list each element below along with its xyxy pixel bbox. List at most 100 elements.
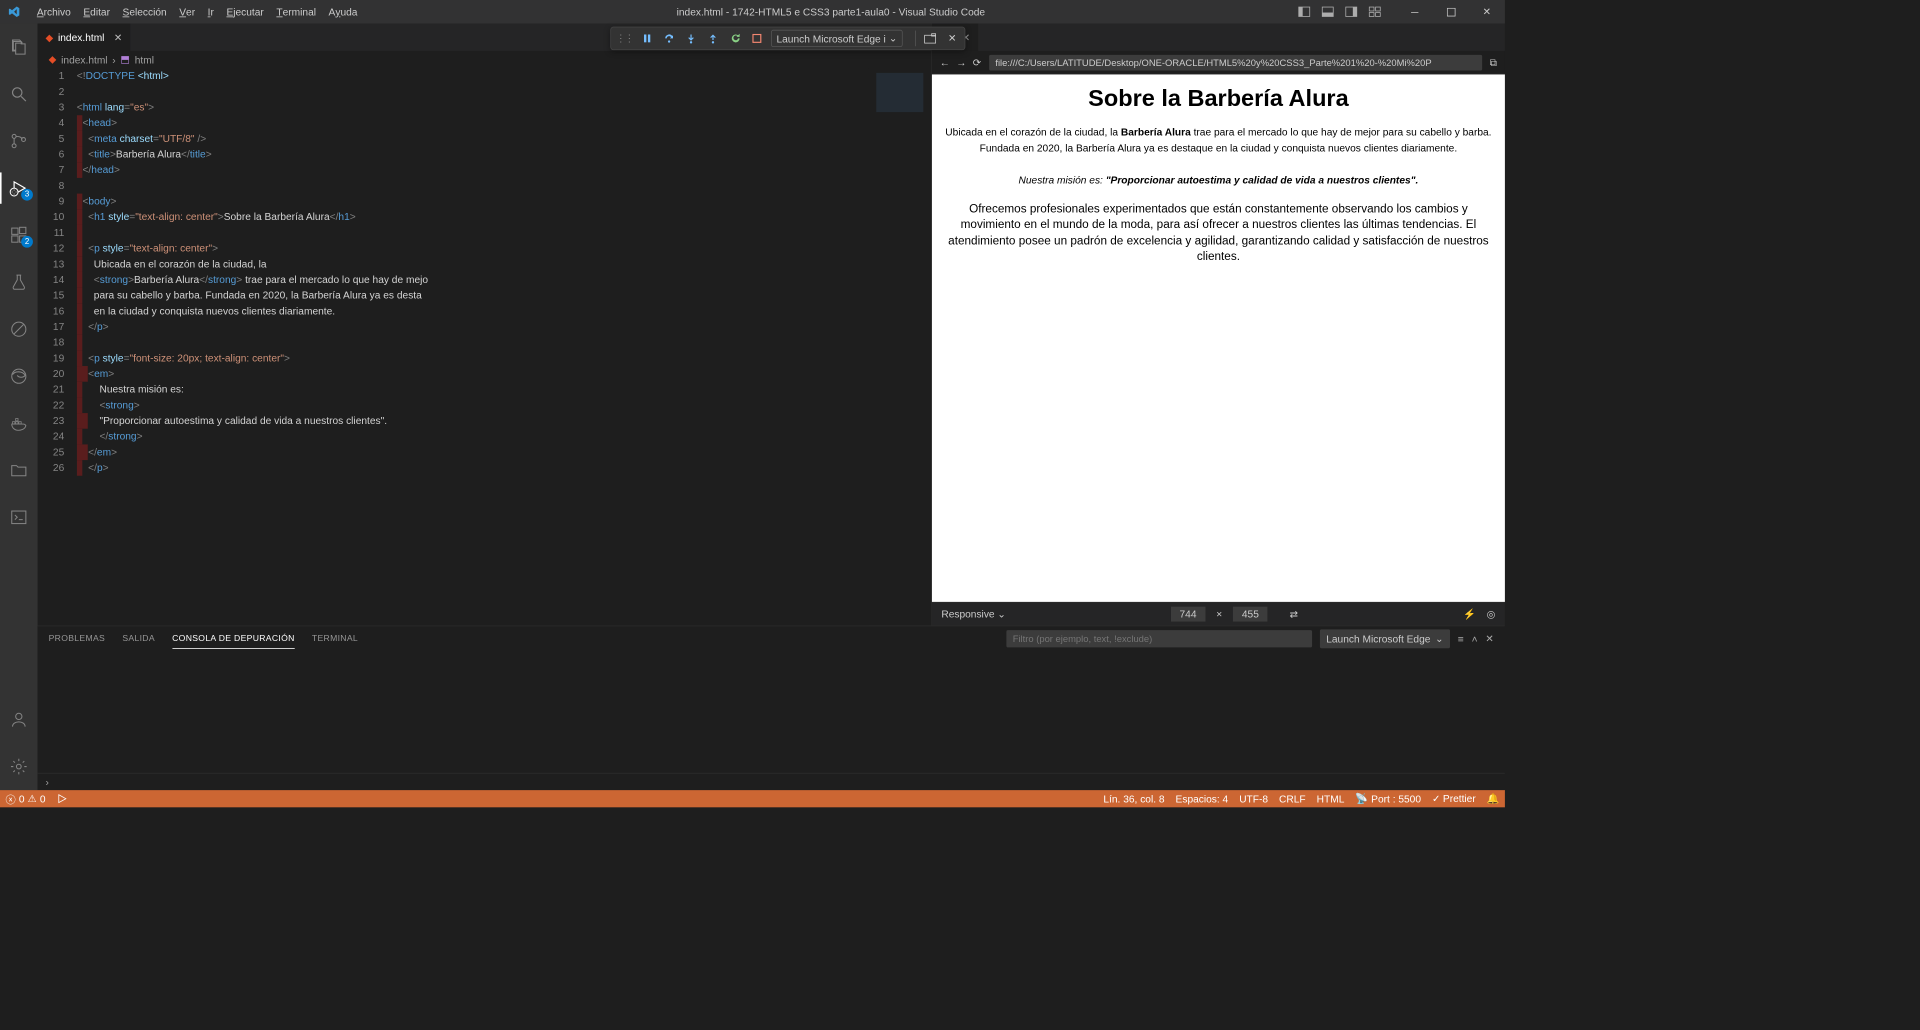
scm-icon[interactable]	[0, 125, 38, 156]
status-debug-icon[interactable]	[51, 790, 73, 807]
window-controls: ─ ✕	[1298, 0, 1505, 24]
menu-bar: ArchivoEditarSelecciónVerIrEjecutarTermi…	[27, 0, 363, 24]
debug-stepover-icon[interactable]	[661, 31, 677, 47]
debug-close-icon[interactable]: ✕	[944, 31, 960, 47]
reload-icon[interactable]: ⟳	[973, 56, 982, 69]
preview-address-bar: ← → ⟳ ⧉	[932, 51, 1505, 75]
html-file-icon: ◆	[49, 53, 57, 66]
panel-tab-consola-de-depuración[interactable]: CONSOLA DE DEPURACIÓN	[172, 629, 295, 649]
layout-left-icon[interactable]	[1298, 5, 1311, 18]
breadcrumb-file[interactable]: index.html	[61, 54, 107, 66]
account-icon[interactable]	[0, 704, 38, 735]
status-errors[interactable]: ⓧ0⚠0	[0, 790, 51, 807]
status-bell-icon[interactable]: 🔔	[1481, 790, 1505, 807]
drag-grip-icon[interactable]: ⋮⋮	[616, 32, 633, 45]
forward-icon[interactable]: →	[956, 56, 966, 69]
breadcrumb-symbol[interactable]: html	[135, 54, 154, 66]
preview-viewport[interactable]: Sobre la Barbería Alura Ubicada en el co…	[932, 74, 1505, 601]
menu-ir[interactable]: Ir	[201, 0, 220, 24]
extensions-badge: 2	[21, 236, 33, 248]
terminal-icon[interactable]	[0, 502, 38, 533]
debug-stepout-icon[interactable]	[705, 31, 721, 47]
back-icon[interactable]: ←	[940, 56, 950, 69]
debug-config-select[interactable]: Launch Microsoft Edge i⌄	[771, 30, 903, 47]
explorer-icon[interactable]	[0, 31, 38, 62]
extensions-icon[interactable]: 2	[0, 219, 38, 250]
breadcrumb[interactable]: ◆ index.html › ⬒ html	[38, 51, 932, 68]
window-title: index.html - 1742-HTML5 e CSS3 parte1-au…	[364, 6, 1298, 18]
popout-icon[interactable]: ⧉	[1490, 56, 1497, 69]
flask-icon[interactable]	[0, 266, 38, 297]
menu-ayuda[interactable]: Ayuda	[322, 0, 363, 24]
status-spaces[interactable]: Espacios: 4	[1170, 790, 1234, 807]
width-input[interactable]	[1171, 607, 1205, 622]
code-editor[interactable]: 1234567891011121314151617181920212223242…	[38, 68, 932, 625]
no-entry-icon[interactable]	[0, 314, 38, 345]
preview-pane: ✕ ← → ⟳ ⧉ Sobre la Barbería Alura Ubicad…	[931, 24, 1505, 626]
debug-console-output[interactable]	[38, 651, 1505, 772]
docker-icon[interactable]	[0, 408, 38, 439]
debug-stop-icon[interactable]	[749, 31, 765, 47]
layout-right-icon[interactable]	[1345, 5, 1358, 18]
menu-terminal[interactable]: Terminal	[270, 0, 322, 24]
preview-devtools-bar: Responsive ⌄ × ⇄ ⚡ ◎	[932, 602, 1505, 626]
error-icon: ⓧ	[5, 791, 15, 806]
bottom-panel: PROBLEMAS SALIDA CONSOLA DE DEPURACIÓN TERM…	[38, 625, 1505, 790]
menu-selección[interactable]: Selección	[116, 0, 173, 24]
menu-ejecutar[interactable]: Ejecutar	[220, 0, 270, 24]
panel-tab-salida[interactable]: SALIDA	[122, 629, 155, 648]
debug-pause-icon[interactable]	[639, 31, 655, 47]
height-input[interactable]	[1233, 607, 1267, 622]
preview-heading: Sobre la Barbería Alura	[940, 85, 1497, 112]
layout-bottom-icon[interactable]	[1321, 5, 1334, 18]
address-input[interactable]	[989, 54, 1482, 70]
menu-editar[interactable]: Editar	[77, 0, 116, 24]
menu-archivo[interactable]: Archivo	[31, 0, 78, 24]
target-icon[interactable]: ◎	[1487, 608, 1496, 621]
tab-label: index.html	[58, 31, 104, 43]
layout-grid-icon[interactable]	[1369, 5, 1382, 18]
vscode-logo-icon	[0, 5, 27, 18]
debug-toolbar[interactable]: ⋮⋮ Launch Microsoft Edge i⌄ ✕	[610, 27, 965, 51]
filter-settings-icon[interactable]: ≡	[1458, 633, 1464, 645]
status-ln-col[interactable]: Lín. 36, col. 8	[1098, 790, 1170, 807]
panel-tab-terminal[interactable]: TERMINAL	[312, 629, 358, 648]
chevron-right-icon: ›	[112, 54, 115, 66]
tab-index-html[interactable]: ◆ index.html ✕	[38, 24, 131, 51]
debug-stepinto-icon[interactable]	[683, 31, 699, 47]
folder-icon[interactable]	[0, 455, 38, 486]
minimap[interactable]	[868, 68, 931, 625]
panel-tabs: PROBLEMAS SALIDA CONSOLA DE DEPURACIÓN TERM…	[38, 626, 1505, 651]
close-panel-icon[interactable]: ✕	[1485, 633, 1494, 646]
status-encoding[interactable]: UTF-8	[1234, 790, 1274, 807]
filter-input[interactable]	[1006, 630, 1312, 647]
rotate-icon[interactable]: ⇄	[1290, 608, 1299, 621]
warning-icon: ⚠	[28, 792, 37, 805]
debug-screenshot-icon[interactable]	[923, 31, 939, 47]
debug-restart-icon[interactable]	[727, 31, 743, 47]
status-eol[interactable]: CRLF	[1274, 790, 1312, 807]
maximize-panel-icon[interactable]: ˄	[1472, 633, 1478, 645]
status-port[interactable]: 📡Port : 5500	[1350, 790, 1427, 807]
debug-console-input-chevron[interactable]: ›	[38, 773, 1505, 790]
wand-icon[interactable]: ⚡	[1463, 608, 1476, 621]
menu-ver[interactable]: Ver	[173, 0, 201, 24]
window-minimize[interactable]: ─	[1397, 0, 1433, 24]
times-icon: ×	[1216, 608, 1222, 620]
edge-icon[interactable]	[0, 361, 38, 392]
window-close[interactable]: ✕	[1469, 0, 1505, 24]
status-language[interactable]: HTML	[1311, 790, 1350, 807]
debug-launch-select[interactable]: Launch Microsoft Edge⌄	[1320, 629, 1450, 648]
panel-tab-problemas[interactable]: PROBLEMAS	[49, 629, 105, 648]
device-select[interactable]: Responsive ⌄	[941, 608, 1006, 621]
search-icon[interactable]	[0, 78, 38, 109]
gear-icon[interactable]	[0, 751, 38, 782]
close-icon[interactable]: ✕	[114, 31, 123, 44]
status-prettier[interactable]: Prettier	[1427, 790, 1482, 807]
preview-paragraph: Ubicada en el corazón de la ciudad, la B…	[940, 125, 1497, 157]
chevron-down-icon: ⌄	[1435, 633, 1444, 646]
window-maximize[interactable]	[1433, 0, 1469, 24]
preview-paragraph: Ofrecemos profesionales experimentados q…	[940, 202, 1497, 265]
html-file-icon: ◆	[45, 31, 53, 44]
debug-icon[interactable]: 3	[0, 172, 38, 203]
